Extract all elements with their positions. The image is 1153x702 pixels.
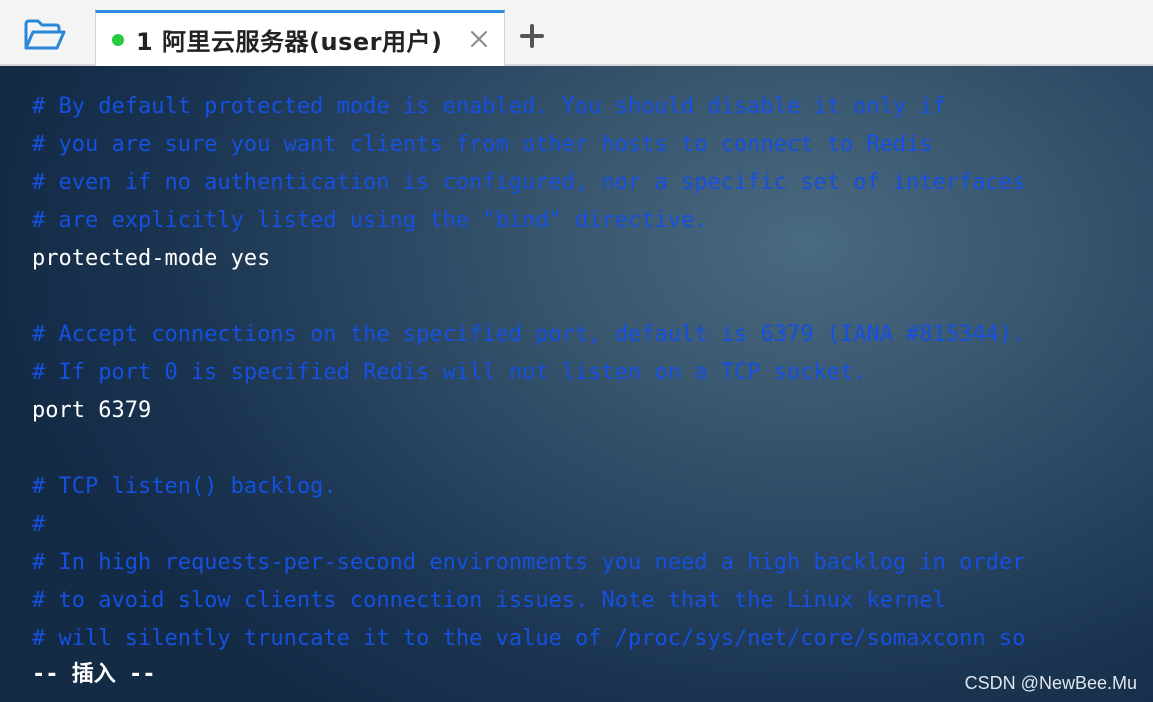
comment-line: # If port 0 is specified Redis will not … — [32, 360, 867, 385]
comment-line: # are explicitly listed using the "bind"… — [32, 208, 708, 233]
terminal-area[interactable]: # By default protected mode is enabled. … — [0, 66, 1153, 702]
comment-line: # to avoid slow clients connection issue… — [32, 588, 946, 613]
tab-title: 1 阿里云服务器(user用户) — [136, 28, 443, 56]
vim-mode-indicator: -- 插入 -- — [32, 662, 156, 687]
tab-bar: 1 阿里云服务器(user用户) — [0, 0, 1153, 66]
comment-line: # — [32, 512, 46, 537]
session-tab[interactable]: 1 阿里云服务器(user用户) — [95, 10, 505, 66]
comment-line: # TCP listen() backlog. — [32, 474, 337, 499]
comment-line: # Accept connections on the specified po… — [32, 322, 1026, 347]
comment-line: # In high requests-per-second environmen… — [32, 550, 1026, 575]
open-folder-button[interactable] — [10, 12, 80, 62]
close-icon[interactable] — [468, 28, 490, 50]
comment-line: # will silently truncate it to the value… — [32, 626, 1026, 651]
plus-icon — [518, 24, 546, 54]
blank-line — [32, 278, 1025, 316]
connection-status-dot — [112, 33, 124, 46]
blank-line — [32, 430, 1025, 468]
comment-line: # By default protected mode is enabled. … — [32, 94, 946, 119]
watermark: CSDN @NewBee.Mu — [964, 673, 1137, 693]
config-line: protected-mode yes — [32, 246, 271, 271]
folder-open-icon — [23, 18, 67, 57]
new-tab-button[interactable] — [518, 22, 546, 50]
config-line: port 6379 — [32, 398, 152, 423]
comment-line: # you are sure you want clients from oth… — [32, 132, 933, 157]
comment-line: # even if no authentication is configure… — [32, 170, 1026, 195]
terminal-output: # By default protected mode is enabled. … — [32, 88, 1025, 658]
